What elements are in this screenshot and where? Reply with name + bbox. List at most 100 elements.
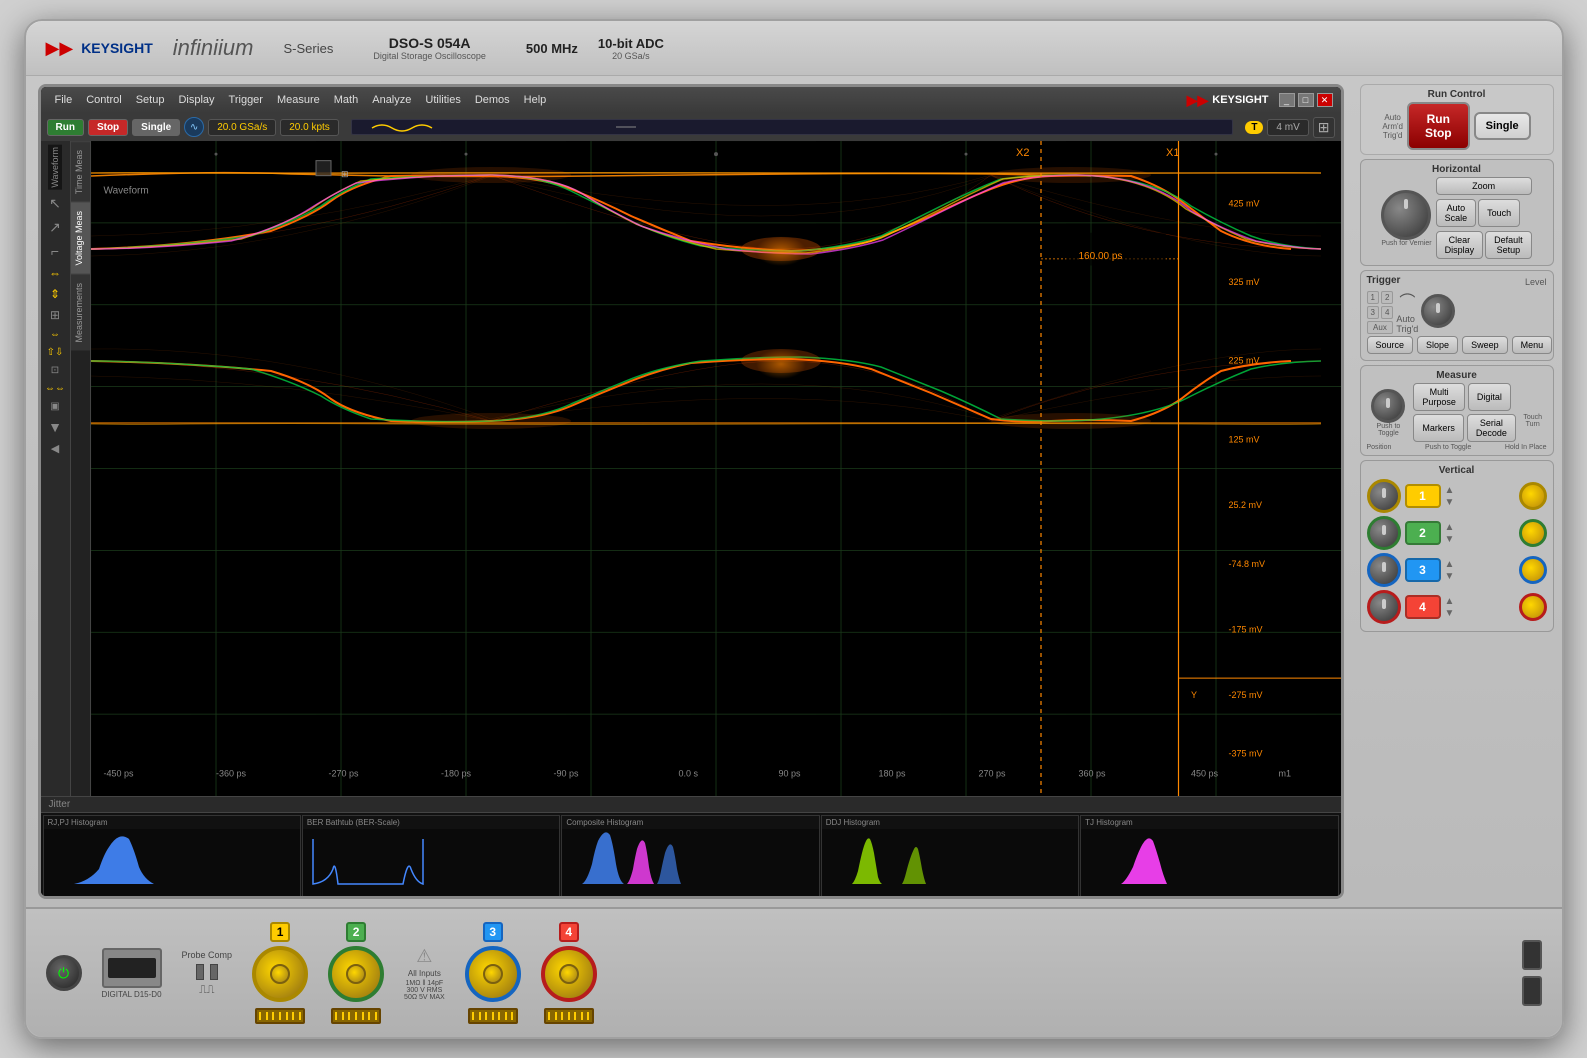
- serial-decode-button[interactable]: SerialDecode: [1467, 414, 1516, 442]
- menu-math[interactable]: Math: [328, 92, 364, 108]
- warning-triangle-icon: ⚠: [416, 946, 432, 967]
- ch1-button[interactable]: 1: [1405, 484, 1441, 508]
- run-control-label: Run Control: [1365, 89, 1549, 100]
- clear-display-button[interactable]: ClearDisplay: [1436, 231, 1484, 259]
- pin: [505, 1012, 507, 1020]
- hw-single-button[interactable]: Single: [1474, 112, 1531, 140]
- markers-button[interactable]: Markers: [1413, 414, 1464, 442]
- measure-tool-1[interactable]: ⇔: [47, 264, 63, 282]
- probe-comp-symbol: ⎍⎍: [199, 984, 214, 997]
- hw-ch2-connector[interactable]: [328, 946, 384, 1002]
- top-panel: ▶▶ KEYSIGHT infiniium S-Series DSO-S 054…: [26, 21, 1562, 76]
- single-button[interactable]: Single: [132, 119, 180, 136]
- hw-ch3-connector[interactable]: [465, 946, 521, 1002]
- touch-button[interactable]: Touch: [1478, 199, 1520, 227]
- ch2-scale-knob[interactable]: [1367, 516, 1401, 550]
- power-button[interactable]: ⏻: [46, 955, 82, 991]
- select-tool[interactable]: ↖: [47, 193, 63, 214]
- measure-tool-5[interactable]: ⇧⇩: [45, 345, 66, 360]
- measurements-tab[interactable]: Measurements: [71, 274, 90, 351]
- ch4-scale-knob[interactable]: [1367, 590, 1401, 624]
- menu-display[interactable]: Display: [172, 92, 220, 108]
- multi-purpose-button[interactable]: MultiPurpose: [1413, 383, 1465, 411]
- menu-demos[interactable]: Demos: [469, 92, 516, 108]
- eye-diagram-display[interactable]: X2 X1 160.00 ps Y -450 ps: [91, 141, 1341, 796]
- input-spec-label: 1MΩ ‖ 14pF300 V RMS50Ω 5V MAX: [404, 980, 445, 1001]
- hw-ch1-connector[interactable]: [252, 946, 308, 1002]
- horizontal-scale-knob[interactable]: [1381, 190, 1431, 240]
- trigger-level-knob[interactable]: [1421, 294, 1455, 328]
- ch3-arrows: ▲ ▼: [1445, 559, 1455, 582]
- ch1-scale-knob[interactable]: [1367, 479, 1401, 513]
- measure-tool-3[interactable]: ⊞: [48, 306, 62, 324]
- ch4-knob-area: [1367, 590, 1401, 624]
- svg-text:180 ps: 180 ps: [878, 768, 906, 778]
- measure-multi-purpose-knob[interactable]: [1371, 389, 1405, 423]
- ch1-up-arrow: ▲: [1445, 485, 1455, 496]
- svg-text:-74.8 mV: -74.8 mV: [1228, 559, 1265, 569]
- menu-utilities[interactable]: Utilities: [419, 92, 466, 108]
- menu-measure[interactable]: Measure: [271, 92, 326, 108]
- menu-file[interactable]: File: [49, 92, 79, 108]
- menu-control[interactable]: Control: [80, 92, 127, 108]
- side-usb-1[interactable]: [1522, 940, 1542, 970]
- menu-trigger[interactable]: Trigger: [223, 92, 269, 108]
- measure-tool-4[interactable]: ⇔: [48, 327, 62, 342]
- series-name: S-Series: [283, 41, 333, 56]
- ch2-button[interactable]: 2: [1405, 521, 1441, 545]
- trigger-ch1[interactable]: 1: [1367, 291, 1379, 304]
- menu-help[interactable]: Help: [518, 92, 553, 108]
- menu-analyze[interactable]: Analyze: [366, 92, 417, 108]
- run-button[interactable]: Run: [47, 119, 84, 136]
- trigger-source-button[interactable]: Source: [1367, 336, 1414, 354]
- usb-slot[interactable]: [102, 948, 162, 988]
- digital-button[interactable]: Digital: [1468, 383, 1511, 411]
- ch2-arrows: ▲ ▼: [1445, 522, 1455, 545]
- trigger-section-label: Trigger: [1367, 275, 1401, 286]
- svg-text:X1: X1: [1166, 147, 1179, 159]
- nav-down[interactable]: ▼: [46, 417, 64, 437]
- side-usb-2[interactable]: [1522, 976, 1542, 1006]
- time-meas-tab[interactable]: Time Meas: [71, 141, 90, 202]
- stop-button[interactable]: Stop: [88, 119, 128, 136]
- hw-ch2-label: 2: [346, 922, 366, 942]
- menu-setup[interactable]: Setup: [130, 92, 171, 108]
- ch4-button[interactable]: 4: [1405, 595, 1441, 619]
- hw-ch4-connector[interactable]: [541, 946, 597, 1002]
- trigger-aux[interactable]: Aux: [1367, 321, 1394, 334]
- measure-tool-7[interactable]: ⇔⇔: [43, 381, 67, 396]
- ch3-scale-knob[interactable]: [1367, 553, 1401, 587]
- voltage-meas-tab[interactable]: Voltage Meas: [71, 202, 90, 274]
- histogram-rjpj-svg: [44, 829, 300, 896]
- trigger-area: T 4 mV ⊞: [1245, 117, 1334, 138]
- step-tool[interactable]: ⌐: [49, 241, 61, 261]
- probe-terminal-1[interactable]: [196, 964, 204, 980]
- svg-text:⊞: ⊞: [341, 169, 349, 179]
- measure-tool-2[interactable]: ⇕: [48, 285, 62, 303]
- nav-left[interactable]: ◀: [49, 440, 61, 457]
- measure-tool-6[interactable]: ⊡: [49, 363, 61, 378]
- trigger-ch2[interactable]: 2: [1381, 291, 1393, 304]
- svg-text:-375 mV: -375 mV: [1228, 749, 1262, 759]
- zoom-button[interactable]: Zoom: [1436, 177, 1532, 195]
- hw-run-stop-button[interactable]: RunStop: [1407, 102, 1470, 150]
- window-minimize[interactable]: _: [1279, 93, 1295, 107]
- trigger-ch4[interactable]: 4: [1381, 306, 1393, 319]
- probe-terminal-2[interactable]: [210, 964, 218, 980]
- window-maximize[interactable]: □: [1298, 93, 1314, 107]
- window-close[interactable]: ✕: [1317, 93, 1333, 107]
- diagonal-tool[interactable]: ↗: [47, 217, 63, 238]
- auto-scale-button[interactable]: AutoScale: [1436, 199, 1477, 227]
- waveform-display-area: Waveform ↖ ↗ ⌐ ⇔ ⇕ ⊞ ⇔ ⇧⇩ ⊡ ⇔⇔ ▣ ▼: [41, 141, 1341, 796]
- toolbar: Run Stop Single ∿ 20.0 GSa/s 20.0 kpts T: [41, 113, 1341, 141]
- measure-tool-8[interactable]: ▣: [48, 399, 61, 414]
- trigger-menu-button[interactable]: Menu: [1512, 336, 1553, 354]
- ch3-button[interactable]: 3: [1405, 558, 1441, 582]
- histogram-tj: TJ Histogram: [1080, 815, 1338, 896]
- logo-area: ▶▶ KEYSIGHT: [46, 38, 153, 59]
- default-setup-button[interactable]: DefaultSetup: [1485, 231, 1532, 259]
- trigger-sweep-button[interactable]: Sweep: [1462, 336, 1508, 354]
- trigger-ch3[interactable]: 3: [1367, 306, 1379, 319]
- trigger-slope-button[interactable]: Slope: [1417, 336, 1458, 354]
- horizontal-section-label: Horizontal: [1367, 164, 1547, 175]
